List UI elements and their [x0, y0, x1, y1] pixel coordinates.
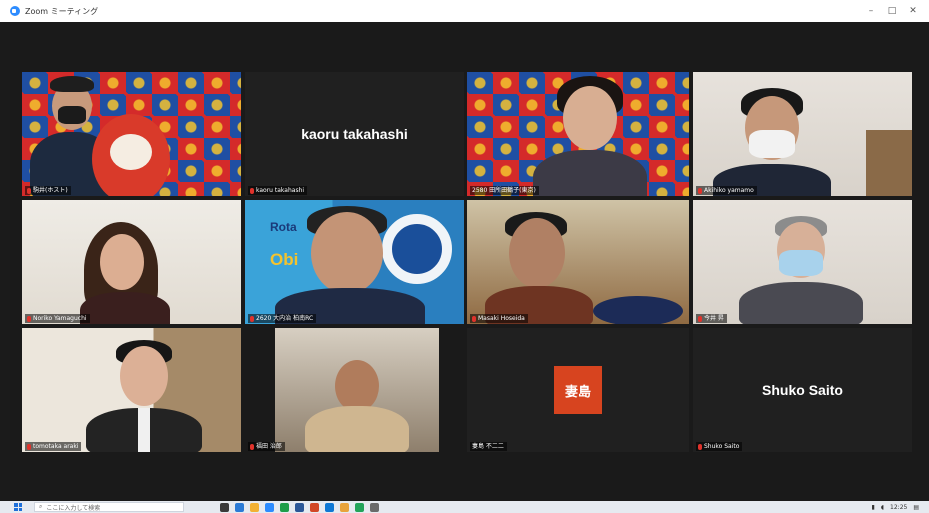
- settings-icon[interactable]: [370, 502, 379, 512]
- participant-face: [120, 346, 168, 406]
- muted-mic-icon: [698, 444, 702, 450]
- daruma-face: [110, 134, 152, 170]
- background-text-obi: Obi: [270, 250, 299, 269]
- search-placeholder: ここに入力して検索: [46, 504, 101, 512]
- face-mask: [749, 130, 795, 158]
- powerpoint-icon[interactable]: [310, 502, 319, 512]
- muted-mic-icon: [27, 444, 31, 450]
- participant-name-label: kaoru takahashi: [248, 186, 308, 195]
- search-icon: ⌕: [39, 503, 43, 510]
- shirt-collar: [138, 408, 150, 452]
- participant-face: [563, 86, 617, 150]
- participant-name-label: Akihiko yamamo: [696, 186, 757, 195]
- gallery-view: 駒井(ホスト) kaoru takahashi kaoru takahashi …: [10, 22, 920, 501]
- zoom-taskbar-icon[interactable]: [265, 502, 274, 512]
- participant-name-label: Shuko Saito: [696, 442, 743, 451]
- participant-display-name: kaoru takahashi: [301, 126, 408, 142]
- participant-tile[interactable]: tomotaka araki: [22, 328, 241, 452]
- participant-body: [305, 406, 409, 452]
- participant-tile[interactable]: 駒井(ホスト): [22, 72, 241, 196]
- zoom-logo-icon: [10, 6, 20, 16]
- active-speaker-tile[interactable]: 2580 田所田鶴子(東京): [467, 72, 689, 196]
- door: [866, 130, 912, 196]
- excel-icon[interactable]: [280, 502, 289, 512]
- windows-start-icon[interactable]: [14, 503, 22, 511]
- participant-name-label: 福田 治郎: [248, 442, 285, 451]
- muted-mic-icon: [27, 316, 31, 322]
- participant-face: [100, 234, 144, 290]
- participant-tile[interactable]: Shuko Saito Shuko Saito: [693, 328, 912, 452]
- muted-mic-icon: [250, 188, 254, 194]
- face-mask: [779, 250, 823, 276]
- participant-name-label: 駒井(ホスト): [25, 186, 71, 195]
- rug: [593, 296, 683, 324]
- muted-mic-icon: [698, 316, 702, 322]
- participant-face: [335, 360, 379, 412]
- participant-body: [80, 292, 170, 324]
- muted-mic-icon: [472, 316, 476, 322]
- background-text-rota: Rota: [270, 220, 297, 234]
- participant-tile[interactable]: Noriko Yamaguchi: [22, 200, 241, 324]
- taskbar-search-input[interactable]: ⌕ ここに入力して検索: [34, 502, 184, 512]
- chrome-icon[interactable]: [340, 502, 349, 512]
- participant-name-label: Masaki Hoseida: [470, 314, 528, 323]
- system-tray: ▮ ◖ 12:25 ▤: [872, 501, 919, 513]
- window-title: Zoom ミーティング: [25, 6, 99, 16]
- participant-tile[interactable]: Rota Obi 2620 大内治 柏南RC: [245, 200, 464, 324]
- close-button[interactable]: ✕: [901, 0, 925, 22]
- participant-name-label: tomotaka araki: [25, 442, 82, 451]
- clock[interactable]: 12:25: [890, 504, 907, 511]
- participant-body: [533, 150, 647, 196]
- participant-name-label: 妻島 不二二: [470, 442, 507, 451]
- participant-name-label: Noriko Yamaguchi: [25, 314, 90, 323]
- video-feed: [275, 328, 439, 452]
- muted-mic-icon: [27, 188, 31, 194]
- word-icon[interactable]: [295, 502, 304, 512]
- volume-icon[interactable]: ◖: [881, 504, 884, 511]
- windows-taskbar: ⌕ ここに入力して検索 ▮ ◖ 12:25 ▤: [0, 501, 929, 513]
- face-mask: [58, 106, 86, 124]
- notification-icon[interactable]: ▤: [913, 504, 919, 511]
- muted-mic-icon: [250, 316, 254, 322]
- participant-tile[interactable]: kaoru takahashi kaoru takahashi: [245, 72, 464, 196]
- network-icon[interactable]: ▮: [872, 504, 875, 511]
- rotary-leadership-emblem: [382, 214, 452, 284]
- edge-icon[interactable]: [235, 502, 244, 512]
- participant-name-label: 2580 田所田鶴子(東京): [470, 186, 539, 195]
- file-explorer-icon[interactable]: [250, 502, 259, 512]
- participant-tile[interactable]: Akihiko yamamo: [693, 72, 912, 196]
- participant-avatar: 妻島: [554, 366, 602, 414]
- outlook-icon[interactable]: [325, 502, 334, 512]
- line-icon[interactable]: [355, 502, 364, 512]
- taskbar-app-icons: [220, 502, 379, 512]
- participant-name-label: 今井 昇: [696, 314, 727, 323]
- participant-tile[interactable]: 福田 治郎: [245, 328, 464, 452]
- task-view-icon[interactable]: [220, 502, 229, 512]
- participant-body: [739, 282, 863, 324]
- title-bar: Zoom ミーティング – □ ✕: [0, 0, 929, 22]
- participant-name-label: 2620 大内治 柏南RC: [248, 314, 317, 323]
- muted-mic-icon: [250, 444, 254, 450]
- participant-display-name: Shuko Saito: [762, 382, 843, 398]
- participant-tile[interactable]: Masaki Hoseida: [467, 200, 689, 324]
- muted-mic-icon: [698, 188, 702, 194]
- participant-face: [311, 212, 383, 294]
- participant-tile[interactable]: 妻島 妻島 不二二: [467, 328, 689, 452]
- participant-hair: [50, 76, 94, 92]
- participant-face: [509, 218, 565, 288]
- participant-tile[interactable]: 今井 昇: [693, 200, 912, 324]
